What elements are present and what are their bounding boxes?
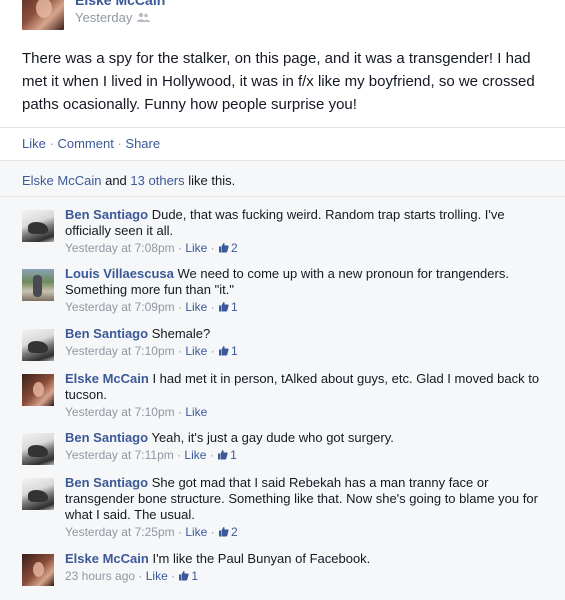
share-link[interactable]: Share [125, 136, 160, 151]
comment-like-link[interactable]: Like [185, 344, 207, 358]
commenter-avatar[interactable] [22, 210, 54, 242]
post-divider [0, 127, 565, 128]
thumbs-up-icon [218, 450, 228, 460]
comment-time[interactable]: Yesterday at 7:11pm [65, 448, 174, 462]
commenter-name[interactable]: Ben Santiago [65, 207, 148, 222]
friends-icon[interactable] [137, 12, 151, 23]
comment-like-count[interactable]: 2 [231, 525, 238, 539]
comment-time[interactable]: Yesterday at 7:10pm [65, 405, 175, 419]
comment-time[interactable]: 23 hours ago [65, 569, 135, 583]
commenter-name[interactable]: Ben Santiago [65, 430, 148, 445]
comment-meta: Yesterday at 7:11pm · Like · 1 [65, 448, 237, 462]
commenter-name[interactable]: Ben Santiago [65, 326, 148, 341]
comment-like-count[interactable]: 1 [191, 569, 198, 583]
others-link[interactable]: 13 others [130, 173, 184, 188]
commenter-avatar[interactable] [22, 329, 54, 361]
comment-like-link[interactable]: Like [185, 241, 207, 255]
post-actions: Like · Comment · Share [22, 136, 161, 151]
comment-like-count[interactable]: 1 [231, 300, 238, 314]
commenter-avatar[interactable] [22, 269, 54, 301]
comment-like-count[interactable]: 1 [230, 448, 237, 462]
commenter-avatar[interactable] [22, 554, 54, 586]
comment-meta: Yesterday at 7:08pm · Like · 2 [65, 241, 238, 255]
thumbs-up-icon [219, 302, 229, 312]
comment-time[interactable]: Yesterday at 7:09pm [65, 300, 175, 314]
comment-meta: Yesterday at 7:10pm · Like [65, 405, 208, 419]
comment-like-count[interactable]: 1 [231, 344, 238, 358]
commenter-avatar[interactable] [22, 478, 54, 510]
commenter-avatar[interactable] [22, 433, 54, 465]
author-name[interactable]: Elske McCain [75, 0, 165, 8]
post-text: There was a spy for the stalker, on this… [22, 50, 535, 113]
commenter-name[interactable]: Elske McCain [65, 371, 149, 386]
commenter-name[interactable]: Ben Santiago [65, 475, 148, 490]
comment-like-count[interactable]: 2 [231, 241, 238, 255]
comment-text: Shemale? [151, 326, 211, 341]
commenter-name[interactable]: Elske McCain [65, 551, 149, 566]
comment-text: I'm like the Paul Bunyan of Facebook. [152, 551, 371, 566]
post-timestamp: Yesterday [75, 10, 151, 26]
likes-divider [0, 196, 565, 197]
comment-meta: Yesterday at 7:09pm · Like · 1 [65, 300, 238, 314]
post-time-link[interactable]: Yesterday [75, 10, 132, 25]
comment-like-link[interactable]: Like [146, 569, 168, 583]
author-avatar[interactable] [22, 0, 64, 30]
comment-text: Yeah, it's just a gay dude who got surge… [151, 430, 394, 445]
comment-like-link[interactable]: Like [185, 405, 207, 419]
comment-like-link[interactable]: Like [185, 300, 207, 314]
comment-meta: 23 hours ago · Like · 1 [65, 569, 199, 583]
comment-link[interactable]: Comment [57, 136, 113, 151]
comment-like-link[interactable]: Like [184, 448, 206, 462]
commenter-avatar[interactable] [22, 374, 54, 406]
like-link[interactable]: Like [22, 136, 46, 151]
likes-summary: Elske McCain and 13 others like this. [22, 173, 236, 188]
thumbs-up-icon [219, 527, 229, 537]
comment-meta: Yesterday at 7:10pm · Like · 1 [65, 344, 238, 358]
comment-meta: Yesterday at 7:25pm · Like · 2 [65, 525, 238, 539]
comment-time[interactable]: Yesterday at 7:10pm [65, 344, 175, 358]
liker-name-link[interactable]: Elske McCain [22, 173, 101, 188]
thumbs-up-icon [179, 571, 190, 581]
post-header: Elske McCain Yesterday [22, 0, 542, 34]
commenter-name[interactable]: Louis Villaescusa [65, 266, 174, 281]
thumbs-up-icon [219, 346, 229, 356]
ufi-top-border [0, 160, 565, 161]
comment-like-link[interactable]: Like [185, 525, 207, 539]
comment-time[interactable]: Yesterday at 7:08pm [65, 241, 175, 255]
comment-time[interactable]: Yesterday at 7:25pm [65, 525, 175, 539]
thumbs-up-icon [219, 243, 229, 253]
